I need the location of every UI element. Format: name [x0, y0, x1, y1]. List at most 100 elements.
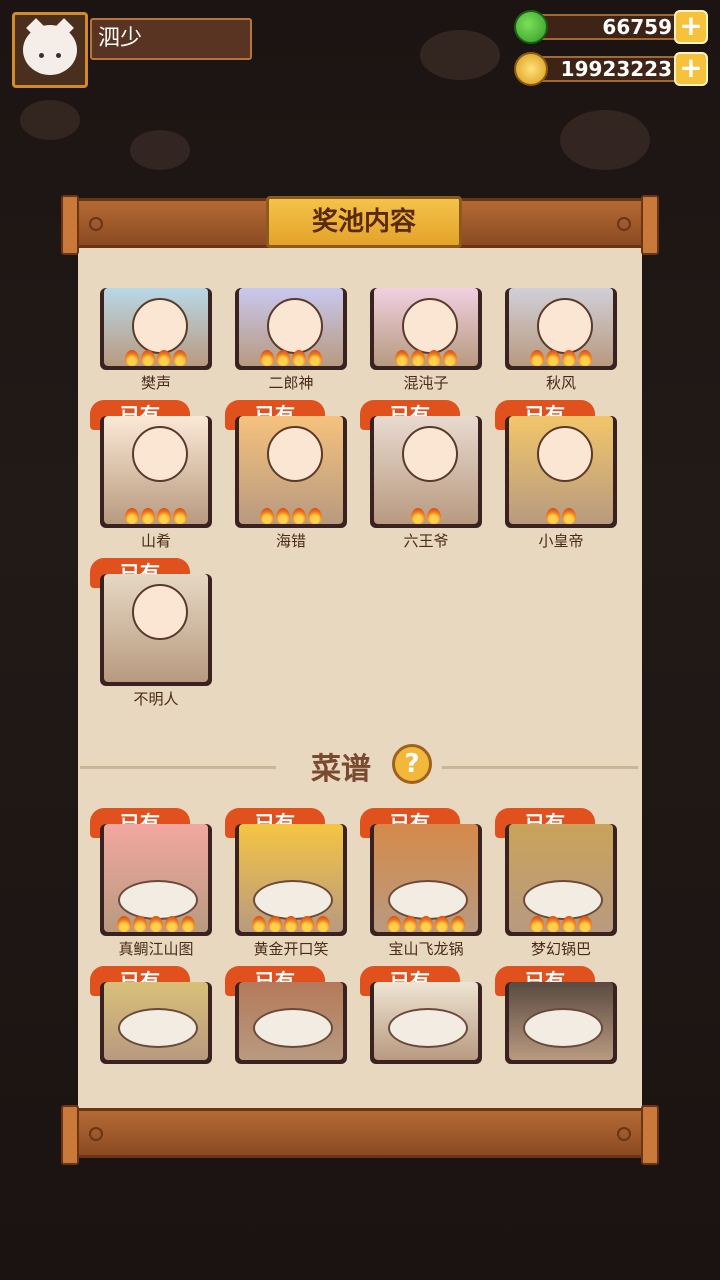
flame-icon: [562, 916, 576, 932]
recipes-section-title: 菜谱: [311, 752, 371, 787]
flame-icon: [252, 916, 266, 932]
flame-icon: [141, 350, 155, 366]
flame-icon: [149, 916, 163, 932]
rarity-flames: [505, 916, 617, 934]
character-card[interactable]: [100, 416, 212, 528]
recipe-card[interactable]: [100, 982, 212, 1064]
background-blossom: [130, 130, 190, 170]
background-blossom: [560, 110, 650, 170]
character-portrait: [104, 574, 208, 682]
recipe-name: 宝山飞龙锅: [388, 940, 464, 958]
character-face: [132, 584, 188, 640]
flame-icon: [284, 916, 298, 932]
character-card[interactable]: [505, 288, 617, 370]
dish-plate: [118, 1008, 198, 1048]
character-face: [402, 426, 458, 482]
character-name: 海错: [275, 532, 306, 550]
flame-icon: [125, 350, 139, 366]
dish-image: [374, 982, 478, 1060]
character-face: [267, 298, 323, 354]
flame-icon: [276, 508, 290, 524]
character-face: [402, 298, 458, 354]
flame-icon: [173, 350, 187, 366]
flame-icon: [260, 508, 274, 524]
character-name: 山肴: [140, 532, 171, 550]
flame-icon: [133, 916, 147, 932]
add-apple-button[interactable]: +: [674, 10, 708, 44]
rarity-flames: [100, 508, 212, 526]
character-name: 不明人: [133, 690, 179, 708]
character-face: [537, 298, 593, 354]
coin-count: 19923223: [532, 56, 682, 82]
character-card[interactable]: [100, 288, 212, 370]
rarity-flames: [370, 508, 482, 526]
character-name: 六王爷: [403, 532, 449, 550]
character-face: [132, 298, 188, 354]
character-face: [132, 426, 188, 482]
flame-icon: [578, 350, 592, 366]
prize-pool-panel: 樊声 二郎神 混沌子 秋风 已有 山肴 已有 海错 已有 六王爷 已有 小皇帝 已有 不明人 菜谱 ? 已…: [78, 246, 642, 1110]
character-face: [267, 426, 323, 482]
flame-icon: [181, 916, 195, 932]
recipe-name: 梦幻锅巴: [530, 940, 591, 958]
character-name: 秋风: [545, 374, 576, 392]
recipe-card[interactable]: [370, 824, 482, 936]
recipe-card[interactable]: [235, 824, 347, 936]
character-card[interactable]: [235, 288, 347, 370]
flame-icon: [530, 916, 544, 932]
dish-plate: [388, 880, 468, 920]
flame-icon: [546, 916, 560, 932]
character-card[interactable]: [370, 416, 482, 528]
flame-icon: [268, 916, 282, 932]
background-blossom: [20, 100, 80, 140]
flame-icon: [165, 916, 179, 932]
flame-icon: [427, 350, 441, 366]
dish-plate: [253, 880, 333, 920]
character-name: 樊声: [140, 374, 171, 392]
character-card[interactable]: [505, 416, 617, 528]
flame-icon: [395, 350, 409, 366]
add-coin-button[interactable]: +: [674, 52, 708, 86]
flame-icon: [411, 350, 425, 366]
dish-plate: [253, 1008, 333, 1048]
character-face: [537, 426, 593, 482]
character-card[interactable]: [100, 574, 212, 686]
dish-image: [239, 982, 343, 1060]
recipe-card[interactable]: [505, 824, 617, 936]
background-blossom: [420, 30, 500, 80]
character-card[interactable]: [370, 288, 482, 370]
section-divider-right: [442, 766, 638, 769]
rarity-flames: [235, 350, 347, 368]
flame-icon: [157, 508, 171, 524]
flame-icon: [157, 350, 171, 366]
rarity-flames: [235, 916, 347, 934]
dish-plate: [118, 880, 198, 920]
flame-icon: [173, 508, 187, 524]
panel-title: 奖池内容: [266, 196, 462, 248]
flame-icon: [562, 350, 576, 366]
help-icon[interactable]: ?: [392, 744, 432, 784]
flame-icon: [546, 508, 560, 524]
flame-icon: [578, 916, 592, 932]
character-card[interactable]: [235, 416, 347, 528]
recipe-card[interactable]: [370, 982, 482, 1064]
flame-icon: [292, 508, 306, 524]
flame-icon: [546, 350, 560, 366]
recipe-card[interactable]: [100, 824, 212, 936]
section-divider-left: [80, 766, 276, 769]
flame-icon: [443, 350, 457, 366]
flame-icon: [300, 916, 314, 932]
dish-plate: [523, 880, 603, 920]
flame-icon: [419, 916, 433, 932]
recipe-card[interactable]: [235, 982, 347, 1064]
flame-icon: [435, 916, 449, 932]
rarity-flames: [370, 350, 482, 368]
player-avatar[interactable]: [12, 12, 88, 88]
rarity-flames: [100, 916, 212, 934]
flame-icon: [308, 350, 322, 366]
flame-icon: [141, 508, 155, 524]
recipe-card[interactable]: [505, 982, 617, 1064]
flame-icon: [260, 350, 274, 366]
flame-icon: [292, 350, 306, 366]
rarity-flames: [505, 350, 617, 368]
